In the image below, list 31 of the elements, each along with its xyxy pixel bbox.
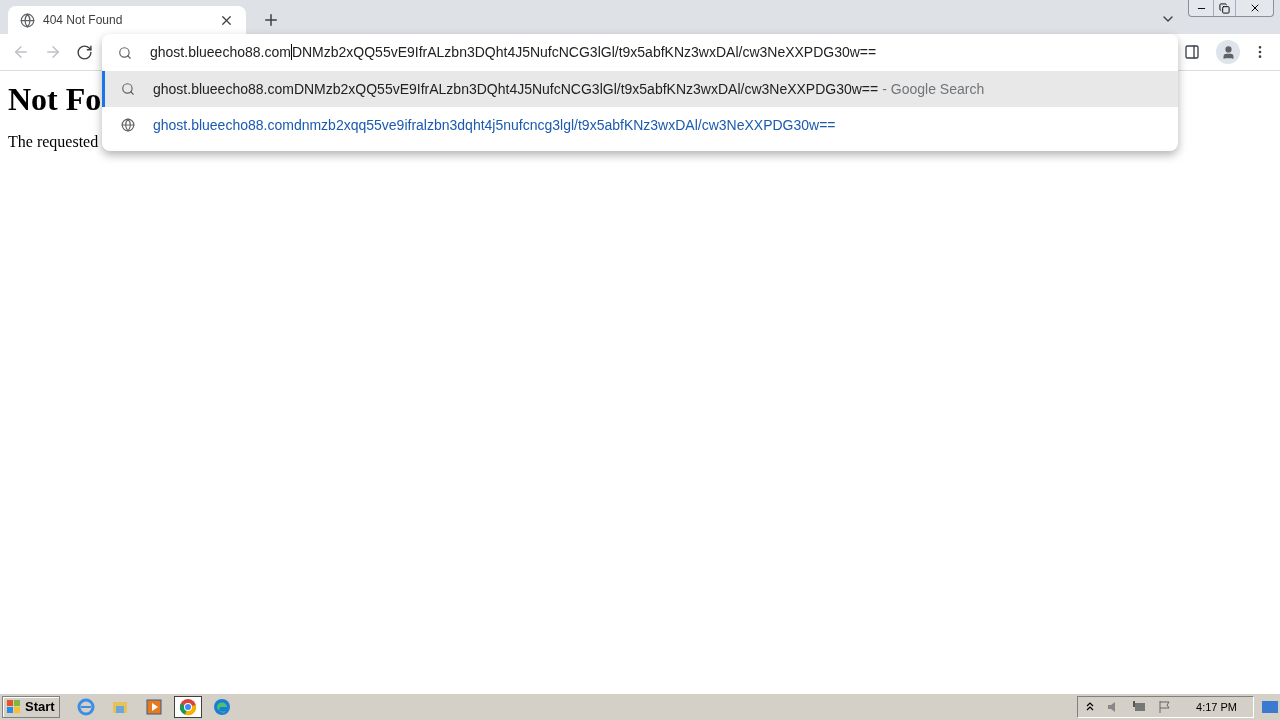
tab-title: 404 Not Found xyxy=(43,12,124,29)
media-player-icon xyxy=(144,698,163,716)
suggestion-text: ghost.blueecho88.comDNMzb2xQQ55vE9IfrALzbn3DQht4J5NufcNCG3lGl/t9x5abfKNz3wxDAl/cw3NeXXPDG30w== xyxy=(153,79,879,99)
restore-icon xyxy=(1219,2,1230,14)
clock: 4:17 PM xyxy=(1196,699,1237,715)
new-tab-icon[interactable] xyxy=(262,11,280,29)
globe-icon xyxy=(121,118,135,132)
reload-icon[interactable] xyxy=(76,43,93,61)
side-panel-icon[interactable] xyxy=(1184,44,1200,60)
search-icon xyxy=(118,45,132,60)
address-field[interactable]: ghost.blueecho88.com DNMzb2xQQ55vE9IfrALzbn3DQht4J5NufcNCG3lGl/t9x5abfKNz3wxDAl/cw3NeXXPDG30w== xyxy=(102,34,1178,71)
chevron-up-icon[interactable] xyxy=(1086,702,1095,712)
taskbar-app[interactable] xyxy=(173,696,202,718)
search-icon xyxy=(121,82,135,96)
browser-e-icon xyxy=(76,698,95,716)
address-text: ghost.blueecho88.com DNMzb2xQQ55vE9IfrALzbn3DQht4J5NufcNCG3lGl/t9x5abfKNz3wxDAl/cw3NeXXPDG30w== xyxy=(150,43,877,62)
suggestion-item[interactable]: ghost.blueecho88.comdnmzb2xqq55ve9ifralzbn3dqht4j5nufcncg3lgl/t9x5abfKNz3wxDAl/cw3NeXXPDG30w== xyxy=(102,107,1178,143)
flag-icon[interactable] xyxy=(1158,700,1173,714)
suggestion-text: ghost.blueecho88.comdnmzb2xqq55ve9ifralzbn3dqht4j5nufcncg3lgl/t9x5abfKNz3wxDAl/cw3NeXXPDG30w== xyxy=(153,115,836,135)
browser-tab[interactable]: 404 Not Found xyxy=(8,6,246,34)
profile-avatar[interactable] xyxy=(1216,40,1240,64)
network-icon[interactable] xyxy=(1132,700,1147,714)
start-button[interactable]: Start xyxy=(2,696,60,718)
windows-logo-icon xyxy=(7,700,21,714)
page-heading: Not Fo xyxy=(8,80,102,118)
suggestion-suffix: - Google Search xyxy=(882,79,985,99)
edge-icon xyxy=(212,698,231,716)
suggestion-item[interactable]: ghost.blueecho88.comDNMzb2xQQ55vE9IfrALzbn3DQht4J5NufcNCG3lGl/t9x5abfKNz3wxDAl/cw3NeXXPDG30w== - Google Search xyxy=(102,71,1178,107)
chrome-icon xyxy=(178,698,197,716)
page-text: The requested xyxy=(8,132,99,153)
globe-icon xyxy=(20,12,35,28)
